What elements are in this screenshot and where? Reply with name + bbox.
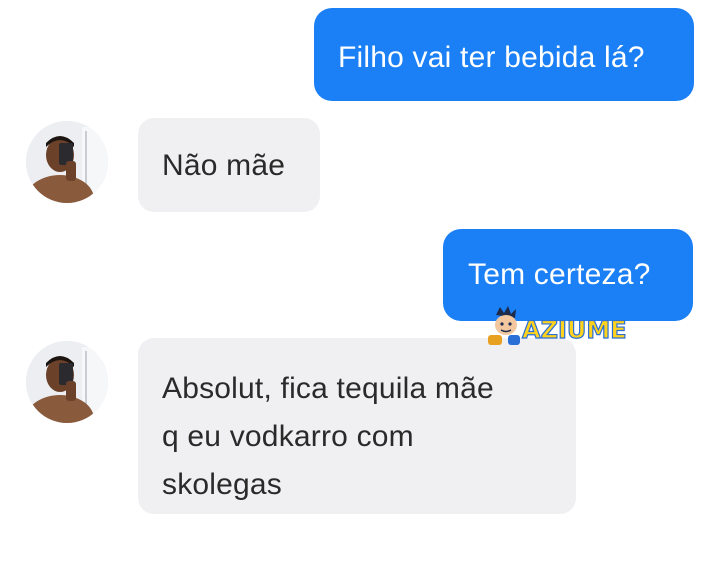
mascot-face-icon <box>488 306 520 345</box>
message-bubble-sent[interactable]: Filho vai ter bebida lá? <box>314 8 694 101</box>
profile-photo-avatar-icon <box>26 341 108 423</box>
watermark-text: AZIUME <box>521 316 627 344</box>
avatar[interactable] <box>26 341 108 423</box>
message-bubble-received[interactable]: Não mãe <box>138 118 320 212</box>
chat-thread: Filho vai ter bebida lá? Não mãe Tem cer… <box>0 0 720 572</box>
avatar[interactable] <box>26 121 108 203</box>
message-text: Filho vai ter bebida lá? <box>338 41 645 74</box>
message-text-line: Absolut, fica tequila mãe <box>162 372 494 405</box>
watermark: AZIUME <box>486 305 636 347</box>
message-text: Não mãe <box>162 149 286 182</box>
message-text-line: q eu vodkarro com <box>162 420 414 453</box>
profile-photo-avatar-icon <box>26 121 108 203</box>
message-text: Tem certeza? <box>468 258 651 291</box>
message-bubble-received[interactable]: Absolut, fica tequila mãe q eu vodkarro … <box>138 338 576 514</box>
message-text-line: skolegas <box>162 468 283 501</box>
